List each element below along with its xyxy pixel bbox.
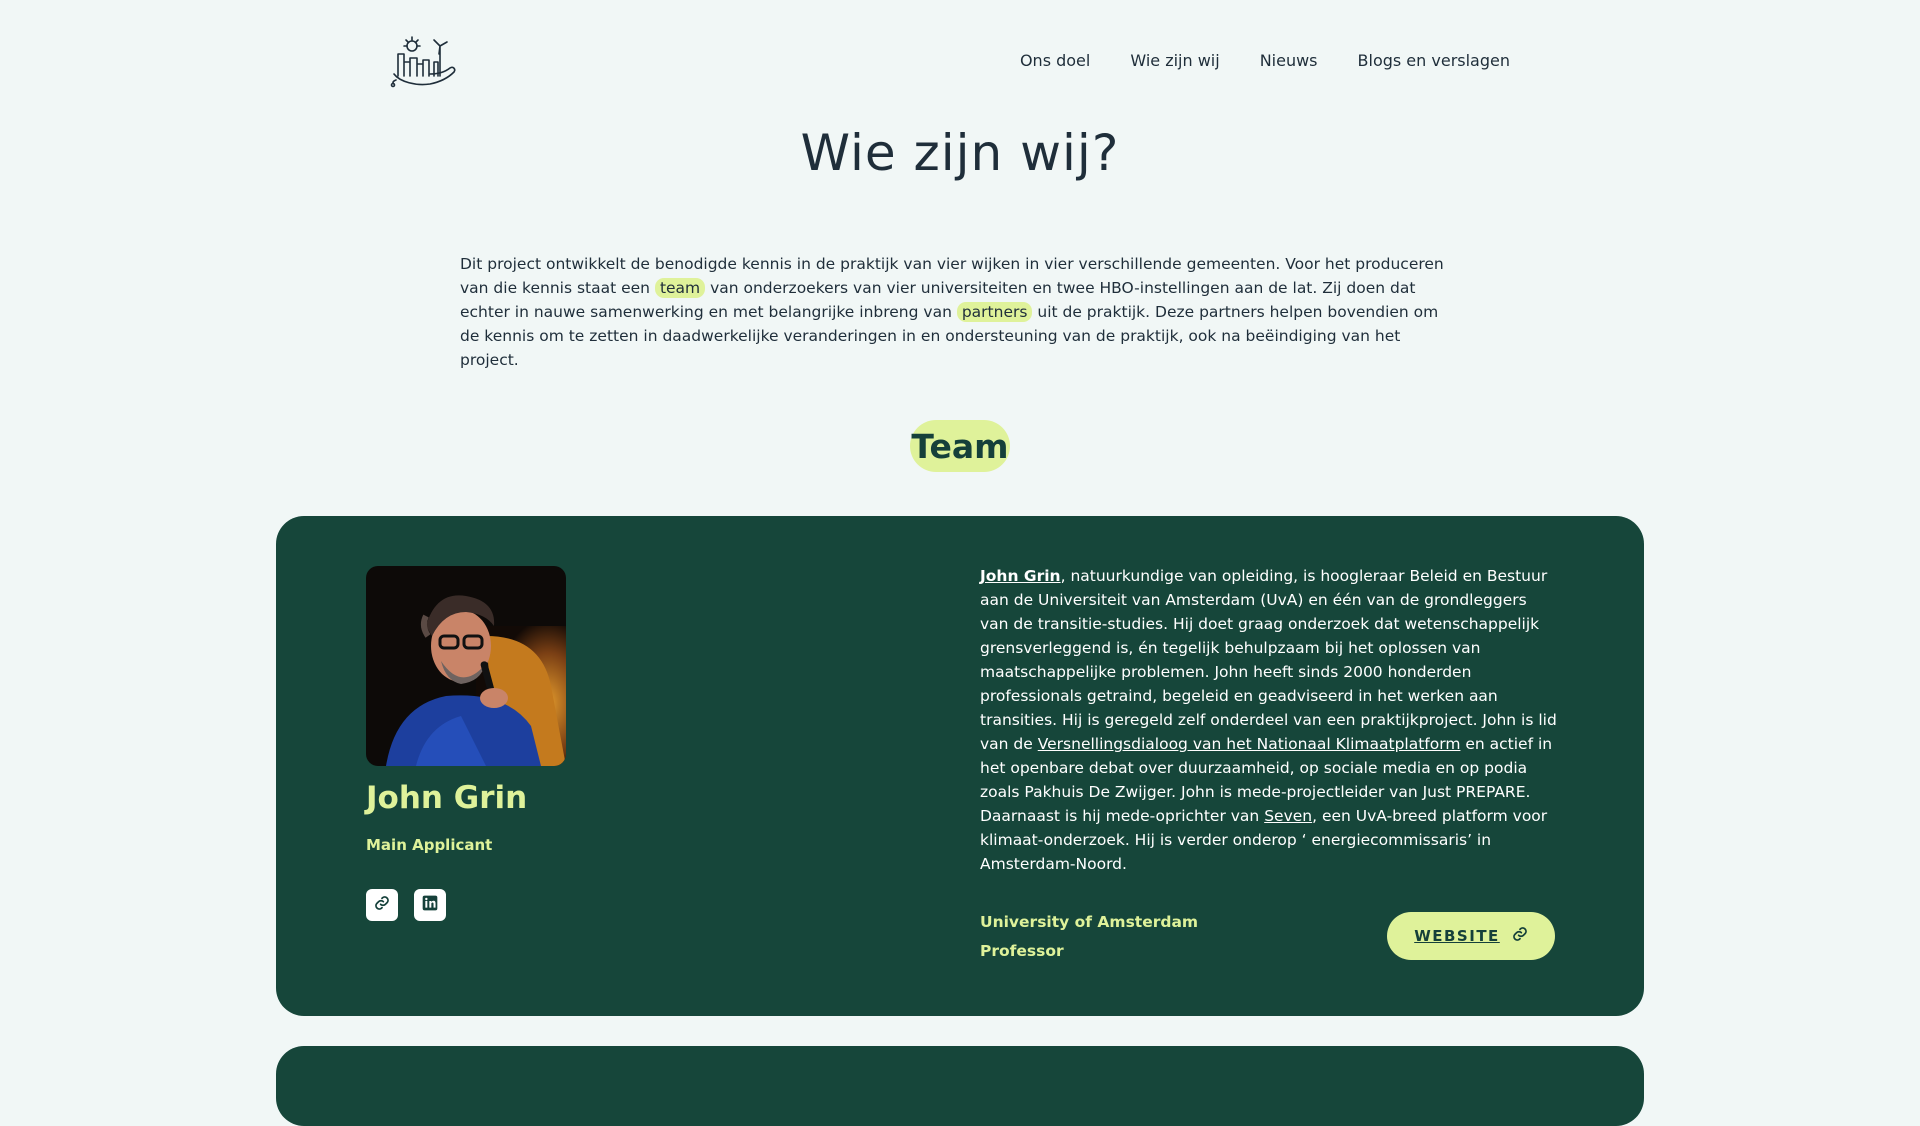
- intro-paragraph: Dit project ontwikkelt de benodigde kenn…: [460, 252, 1460, 372]
- nav-item-nieuws[interactable]: Nieuws: [1260, 51, 1318, 70]
- nav-item-ons-doel[interactable]: Ons doel: [1020, 51, 1090, 70]
- member-name: John Grin: [366, 780, 528, 816]
- member-card-next: [276, 1046, 1644, 1126]
- bio-text-1: , natuurkundige van opleiding, is hoogle…: [980, 567, 1557, 753]
- member-organization: University of Amsterdam: [980, 913, 1199, 931]
- linkedin-icon: [422, 895, 438, 915]
- nav-item-blogs[interactable]: Blogs en verslagen: [1358, 51, 1510, 70]
- member-photo: [366, 566, 566, 766]
- team-link[interactable]: team: [654, 278, 706, 298]
- partners-link[interactable]: partners: [956, 302, 1033, 322]
- nav-item-wie-zijn-wij[interactable]: Wie zijn wij: [1130, 51, 1219, 70]
- page-title: Wie zijn wij?: [800, 124, 1120, 182]
- link-icon: [1512, 926, 1528, 946]
- member-position: Professor: [980, 942, 1064, 960]
- team-heading: Team: [910, 420, 1010, 472]
- logo-icon[interactable]: [390, 32, 460, 88]
- site-header: Ons doel Wie zijn wij Nieuws Blogs en ve…: [0, 0, 1920, 120]
- member-name-link[interactable]: John Grin: [980, 567, 1061, 585]
- main-nav: Ons doel Wie zijn wij Nieuws Blogs en ve…: [1020, 51, 1510, 70]
- link-icon: [374, 895, 390, 915]
- member-role: Main Applicant: [366, 836, 493, 854]
- versnellingsdialoog-link[interactable]: Versnellingsdialoog van het Nationaal Kl…: [1038, 735, 1461, 753]
- link-button[interactable]: [366, 889, 398, 921]
- website-button-label: WEBSITE: [1414, 927, 1500, 945]
- website-button[interactable]: WEBSITE: [1387, 912, 1555, 960]
- linkedin-button[interactable]: [414, 889, 446, 921]
- member-card: John Grin Main Applicant John Grin, natu…: [276, 516, 1644, 1016]
- seven-link[interactable]: Seven: [1264, 807, 1312, 825]
- member-affiliation: University of Amsterdam Professor: [980, 908, 1198, 966]
- member-bio: John Grin, natuurkundige van opleiding, …: [980, 564, 1560, 876]
